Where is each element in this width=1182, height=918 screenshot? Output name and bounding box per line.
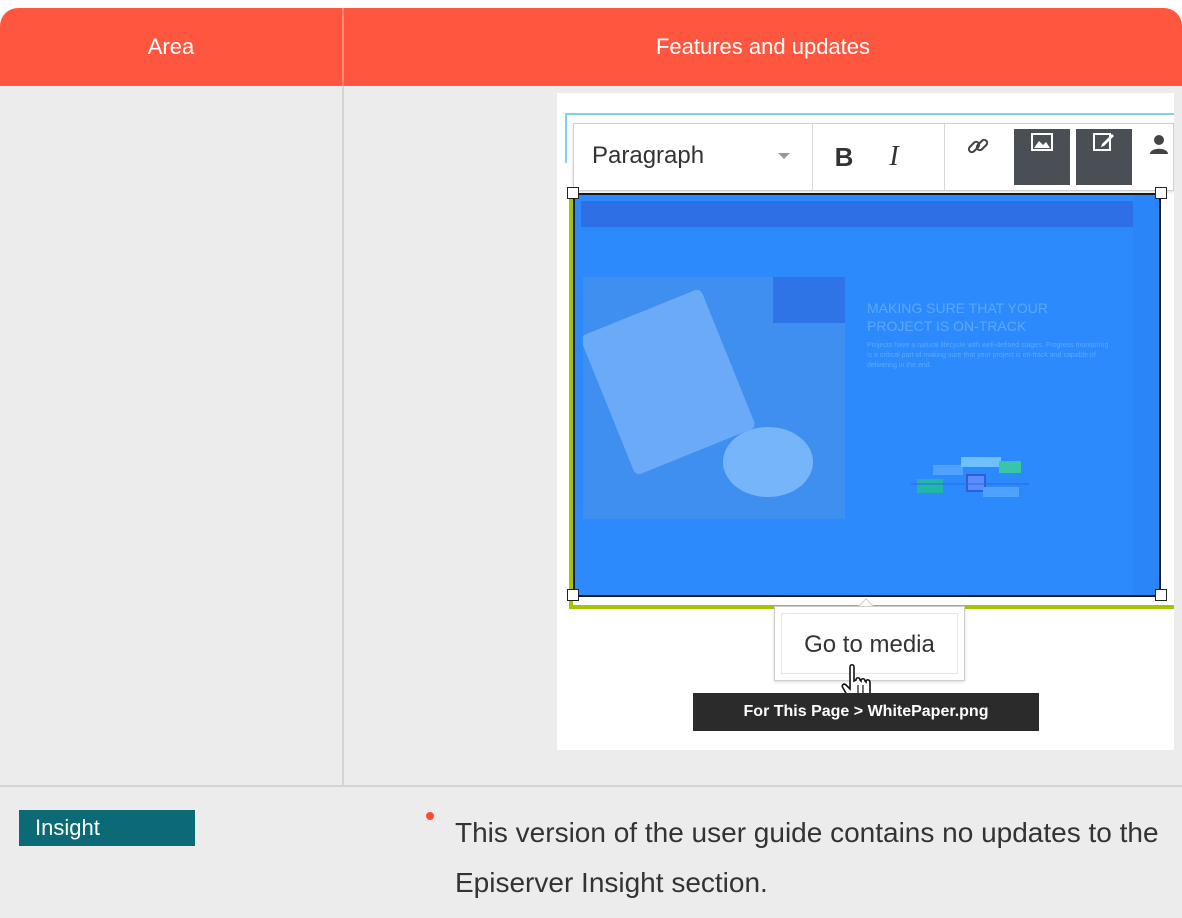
toolbar-separator bbox=[944, 124, 945, 190]
photo-cup bbox=[723, 427, 813, 497]
resize-handle[interactable] bbox=[567, 187, 579, 199]
editor-toolbar: Paragraph B I bbox=[573, 123, 1174, 191]
format-select-label: Paragraph bbox=[592, 142, 705, 169]
media-path-label: For This Page > WhitePaper.png bbox=[693, 693, 1039, 731]
image-right-edge bbox=[1133, 195, 1159, 595]
area-tag-insight: Insight bbox=[19, 810, 195, 846]
table-header: Area Features and updates bbox=[0, 8, 1182, 86]
image-photo bbox=[583, 277, 845, 519]
resize-handle[interactable] bbox=[567, 589, 579, 601]
bold-button[interactable]: B bbox=[820, 133, 868, 181]
image-header-band bbox=[581, 201, 1133, 227]
edit-icon[interactable] bbox=[1076, 129, 1132, 185]
chevron-down-icon bbox=[778, 153, 790, 159]
header-area: Area bbox=[147, 34, 195, 59]
resize-handle[interactable] bbox=[1155, 589, 1167, 601]
photo-corner bbox=[773, 277, 845, 323]
image-heading: MAKING SURE THAT YOUR PROJECT IS ON-TRAC… bbox=[867, 300, 1048, 334]
feature-update-text: This version of the user guide contains … bbox=[455, 817, 1159, 898]
gantt-icon bbox=[911, 457, 1029, 497]
image-icon[interactable] bbox=[1014, 129, 1070, 185]
image-body-text: Projects have a natural lifecycle with w… bbox=[867, 342, 1109, 369]
resize-handle[interactable] bbox=[1155, 187, 1167, 199]
editor-focus-border-left bbox=[565, 113, 567, 163]
toolbar-separator bbox=[812, 124, 813, 190]
bullet-icon bbox=[426, 812, 434, 820]
header-features: Features and updates bbox=[655, 34, 871, 59]
whitepaper-image[interactable]: MAKING SURE THAT YOUR PROJECT IS ON-TRAC… bbox=[573, 193, 1161, 597]
format-select[interactable]: Paragraph bbox=[574, 124, 812, 190]
link-icon[interactable] bbox=[954, 133, 1002, 181]
editor-focus-border bbox=[565, 113, 1174, 115]
editor-screenshot: Paragraph B I MAKING SURE THAT YOUR PROJ… bbox=[557, 93, 1174, 750]
user-icon[interactable] bbox=[1144, 133, 1174, 181]
italic-button[interactable]: I bbox=[870, 133, 918, 181]
